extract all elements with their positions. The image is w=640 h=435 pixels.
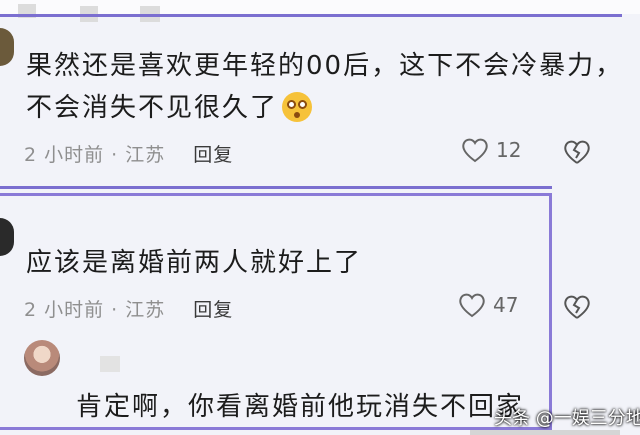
- reply-avatar[interactable]: [24, 340, 60, 376]
- avatar[interactable]: [0, 28, 14, 66]
- heart-outline-icon: [462, 138, 488, 163]
- blurred-reply-username: [100, 356, 120, 372]
- comment-meta: 2 小时前 · 江苏 回复: [24, 295, 233, 322]
- time-location: 2 小时前 · 江苏: [24, 144, 166, 166]
- comment-text-line-2: 不会消失不见很久了: [26, 90, 313, 126]
- broken-heart-icon[interactable]: [562, 138, 592, 166]
- like-button[interactable]: 47: [457, 291, 518, 319]
- heart-outline-icon: [459, 293, 485, 318]
- bottom-strip: [470, 430, 620, 435]
- like-count: 47: [493, 293, 519, 317]
- comment-meta: 2 小时前 · 江苏 回复: [24, 140, 233, 167]
- reply-text: 肯定啊，你看离婚前他玩消失不回家: [76, 392, 525, 422]
- reply-button[interactable]: 回复: [193, 299, 233, 321]
- reply-button[interactable]: 回复: [193, 144, 233, 166]
- like-button[interactable]: 12: [460, 136, 521, 164]
- comment-text-line-1: 应该是离婚前两人就好上了: [26, 248, 363, 278]
- broken-heart-icon[interactable]: [562, 293, 592, 321]
- watermark: 头条 @一娱三分地: [494, 408, 640, 429]
- dizzy-face-emoji: [282, 92, 313, 122]
- top-highlight-border: [0, 14, 622, 17]
- time-location: 2 小时前 · 江苏: [24, 299, 166, 321]
- like-count: 12: [496, 138, 522, 162]
- comment-divider: [0, 186, 552, 189]
- comment-text-line-1: 果然还是喜欢更年轻的00后，这下不会冷暴力，: [26, 51, 624, 81]
